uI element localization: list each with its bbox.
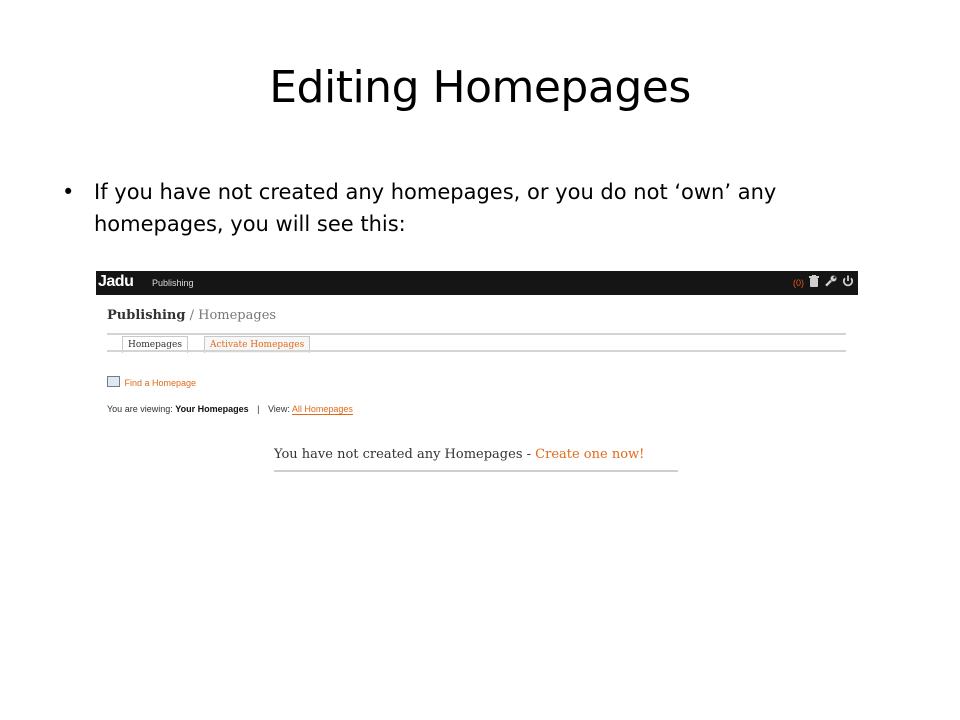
embedded-screenshot: Jadu Publishing (0) Publishing / Homepag… <box>96 271 858 481</box>
breadcrumb: Publishing / Homepages <box>107 308 276 323</box>
bullet-dot: • <box>62 180 75 204</box>
slide-title: Editing Homepages <box>269 62 691 113</box>
breadcrumb-separator: / <box>185 308 199 323</box>
breadcrumb-current[interactable]: Publishing <box>107 308 185 323</box>
find-icon <box>107 376 120 387</box>
trash-icon[interactable] <box>807 275 821 289</box>
empty-state-text: You have not created any Homepages - <box>274 447 536 462</box>
power-icon[interactable] <box>841 275 855 289</box>
empty-state-divider <box>274 470 678 472</box>
viewing-row: You are viewing: Your Homepages | View: … <box>107 404 353 415</box>
find-homepage-row: Find a Homepage <box>107 376 196 388</box>
empty-state-message: You have not created any Homepages - Cre… <box>274 447 644 462</box>
find-homepage-link[interactable]: Find a Homepage <box>125 378 197 388</box>
jadu-logo[interactable]: Jadu <box>98 273 134 291</box>
viewing-current: Your Homepages <box>175 404 249 414</box>
header-divider <box>107 333 846 335</box>
wrench-icon[interactable] <box>824 275 838 289</box>
module-label: Publishing <box>152 278 194 288</box>
count-badge[interactable]: (0) <box>793 278 804 288</box>
all-homepages-link[interactable]: All Homepages <box>291 404 353 415</box>
bullet-text: If you have not created any homepages, o… <box>94 180 777 236</box>
viewing-separator: | <box>257 404 260 414</box>
view-label: View: <box>267 404 290 414</box>
create-homepage-link[interactable]: Create one now! <box>535 447 644 462</box>
tab-bar-line <box>107 350 846 352</box>
breadcrumb-page: Homepages <box>198 308 277 323</box>
top-bar: Jadu Publishing (0) <box>96 271 858 295</box>
viewing-label: You are viewing: <box>107 404 173 414</box>
bullet-item: • If you have not created any homepages,… <box>62 176 892 240</box>
